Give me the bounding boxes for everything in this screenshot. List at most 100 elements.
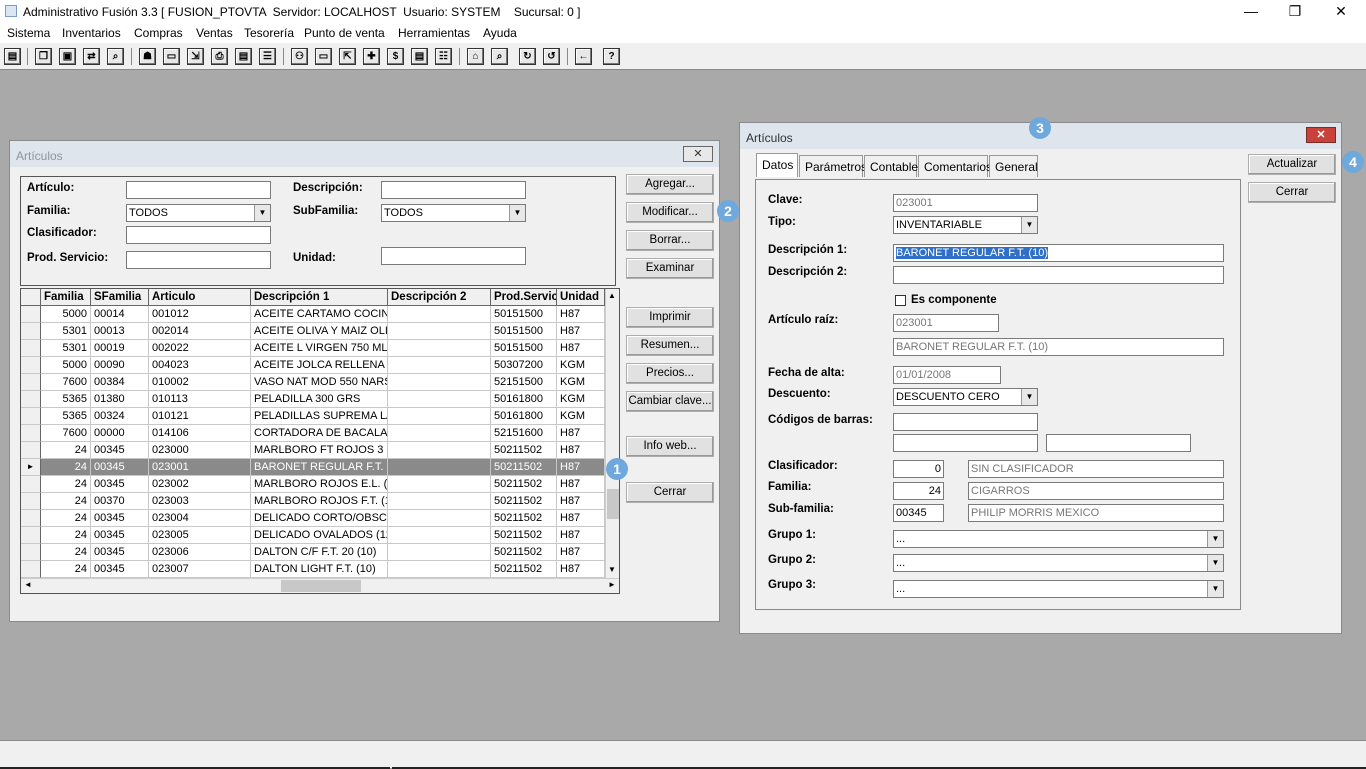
- col-header-sfamilia[interactable]: SFamilia: [91, 289, 149, 306]
- cell-articulo[interactable]: 023004: [149, 510, 251, 527]
- grid-vertical-scrollbar[interactable]: ▲ ▼: [605, 289, 619, 578]
- cell-familia[interactable]: 24: [41, 544, 91, 561]
- cell-descripcion1[interactable]: DALTON LIGHT F.T. (10): [251, 561, 388, 578]
- descuento-select[interactable]: DESCUENTO CERO ▼: [893, 388, 1038, 406]
- export-icon[interactable]: ⇱: [339, 48, 356, 65]
- cell-unidad[interactable]: H87: [557, 459, 605, 476]
- cell-sfamilia[interactable]: 00014: [91, 306, 149, 323]
- menu-inventarios[interactable]: Inventarios: [62, 26, 121, 40]
- cell-descripcion1[interactable]: DALTON C/F F.T. 20 (10): [251, 544, 388, 561]
- menu-ventas[interactable]: Ventas: [196, 26, 233, 40]
- undo-icon[interactable]: ↺: [543, 48, 560, 65]
- menu-tesoreria[interactable]: Tesorería: [244, 26, 294, 40]
- back-icon[interactable]: ←: [575, 48, 592, 65]
- paste-icon[interactable]: ▣: [59, 48, 76, 65]
- cell-descripcion2[interactable]: [388, 340, 491, 357]
- notes-icon[interactable]: ▤: [411, 48, 428, 65]
- cambiar-clave-button[interactable]: Cambiar clave...: [626, 391, 714, 412]
- search-icon[interactable]: ⌕: [491, 48, 508, 65]
- row-header[interactable]: [21, 442, 41, 459]
- hscroll-thumb[interactable]: [281, 580, 361, 592]
- box-icon[interactable]: ▭: [315, 48, 332, 65]
- cell-unidad[interactable]: H87: [557, 340, 605, 357]
- cell-sfamilia[interactable]: 00345: [91, 527, 149, 544]
- row-header[interactable]: ►: [21, 459, 41, 476]
- cell-unidad[interactable]: H87: [557, 527, 605, 544]
- cell-unidad[interactable]: H87: [557, 544, 605, 561]
- grid-horizontal-scrollbar[interactable]: ◄ ►: [21, 578, 619, 593]
- cell-articulo[interactable]: 023007: [149, 561, 251, 578]
- col-header-descripcion2[interactable]: Descripción 2: [388, 289, 491, 306]
- scroll-up-icon[interactable]: ▲: [608, 291, 616, 300]
- cell-prod-servic[interactable]: 50211502: [491, 544, 557, 561]
- cell-articulo[interactable]: 023005: [149, 527, 251, 544]
- folder-icon[interactable]: ▭: [163, 48, 180, 65]
- cell-sfamilia[interactable]: 00370: [91, 493, 149, 510]
- scroll-right-icon[interactable]: ►: [608, 580, 616, 589]
- cell-prod-servic[interactable]: 50151500: [491, 306, 557, 323]
- menu-herramientas[interactable]: Herramientas: [398, 26, 470, 40]
- cell-familia[interactable]: 24: [41, 476, 91, 493]
- cell-familia[interactable]: 5365: [41, 391, 91, 408]
- cell-descripcion2[interactable]: [388, 391, 491, 408]
- cell-descripcion2[interactable]: [388, 323, 491, 340]
- col-header-descripcion1[interactable]: Descripción 1: [251, 289, 388, 306]
- money-icon[interactable]: $: [387, 48, 404, 65]
- row-header[interactable]: [21, 374, 41, 391]
- row-header[interactable]: [21, 510, 41, 527]
- cell-sfamilia[interactable]: 01380: [91, 391, 149, 408]
- cell-prod-servic[interactable]: 50161800: [491, 391, 557, 408]
- cell-descripcion1[interactable]: PELADILLAS SUPREMA LA F: [251, 408, 388, 425]
- cell-prod-servic[interactable]: 50151500: [491, 340, 557, 357]
- cell-familia[interactable]: 5000: [41, 357, 91, 374]
- subfamilia-num-input[interactable]: 00345: [893, 504, 944, 522]
- cell-prod-servic[interactable]: 50161800: [491, 408, 557, 425]
- clasificador-num-input[interactable]: 0: [893, 460, 944, 478]
- article-detail-close-button[interactable]: ✕: [1306, 127, 1336, 143]
- cell-descripcion1[interactable]: BARONET REGULAR F.T. (1: [251, 459, 388, 476]
- cell-descripcion1[interactable]: CORTADORA DE BACALAO: [251, 425, 388, 442]
- cell-descripcion1[interactable]: ACEITE JOLCA RELLENA DE: [251, 357, 388, 374]
- clave-input[interactable]: 023001: [893, 194, 1038, 212]
- articles-list-close-button[interactable]: ✕: [683, 146, 713, 162]
- scroll-thumb[interactable]: [607, 489, 619, 519]
- cell-articulo[interactable]: 010121: [149, 408, 251, 425]
- cell-familia[interactable]: 24: [41, 493, 91, 510]
- cell-descripcion2[interactable]: [388, 442, 491, 459]
- cell-descripcion1[interactable]: DELICADO OVALADOS (12): [251, 527, 388, 544]
- examinar-button[interactable]: Examinar: [626, 258, 714, 279]
- cell-articulo[interactable]: 023001: [149, 459, 251, 476]
- scroll-down-icon[interactable]: ▼: [608, 565, 616, 574]
- swap-icon[interactable]: ⇄: [83, 48, 100, 65]
- cell-prod-servic[interactable]: 50307200: [491, 357, 557, 374]
- people-icon[interactable]: ⚇: [291, 48, 308, 65]
- cell-descripcion1[interactable]: PELADILLA 300 GRS: [251, 391, 388, 408]
- table-icon[interactable]: ☷: [435, 48, 452, 65]
- tipo-select[interactable]: INVENTARIABLE ▼: [893, 216, 1038, 234]
- cell-descripcion2[interactable]: [388, 561, 491, 578]
- cell-descripcion2[interactable]: [388, 408, 491, 425]
- cell-unidad[interactable]: H87: [557, 476, 605, 493]
- familia-select[interactable]: TODOS ▼: [126, 204, 271, 222]
- cell-familia[interactable]: 24: [41, 442, 91, 459]
- scroll-left-icon[interactable]: ◄: [24, 580, 32, 589]
- menu-punto-de-venta[interactable]: Punto de venta: [304, 26, 385, 40]
- cell-sfamilia[interactable]: 00345: [91, 459, 149, 476]
- cell-prod-servic[interactable]: 50211502: [491, 442, 557, 459]
- cell-descripcion2[interactable]: [388, 425, 491, 442]
- cell-descripcion2[interactable]: [388, 357, 491, 374]
- cell-descripcion1[interactable]: MARLBORO ROJOS F.T. (1: [251, 493, 388, 510]
- tab-general[interactable]: General: [989, 155, 1038, 177]
- agregar-button[interactable]: Agregar...: [626, 174, 714, 195]
- unidad-input[interactable]: [381, 247, 526, 265]
- row-header[interactable]: [21, 357, 41, 374]
- cell-familia[interactable]: 7600: [41, 374, 91, 391]
- sheet-icon[interactable]: ▤: [4, 48, 21, 65]
- descripcion1-input[interactable]: BARONET REGULAR F.T. (10): [893, 244, 1224, 262]
- cell-articulo[interactable]: 010113: [149, 391, 251, 408]
- clasificador-input[interactable]: [126, 226, 271, 244]
- row-header[interactable]: [21, 527, 41, 544]
- tab-datos[interactable]: Datos: [756, 153, 798, 177]
- cell-articulo[interactable]: 001012: [149, 306, 251, 323]
- cell-articulo[interactable]: 002022: [149, 340, 251, 357]
